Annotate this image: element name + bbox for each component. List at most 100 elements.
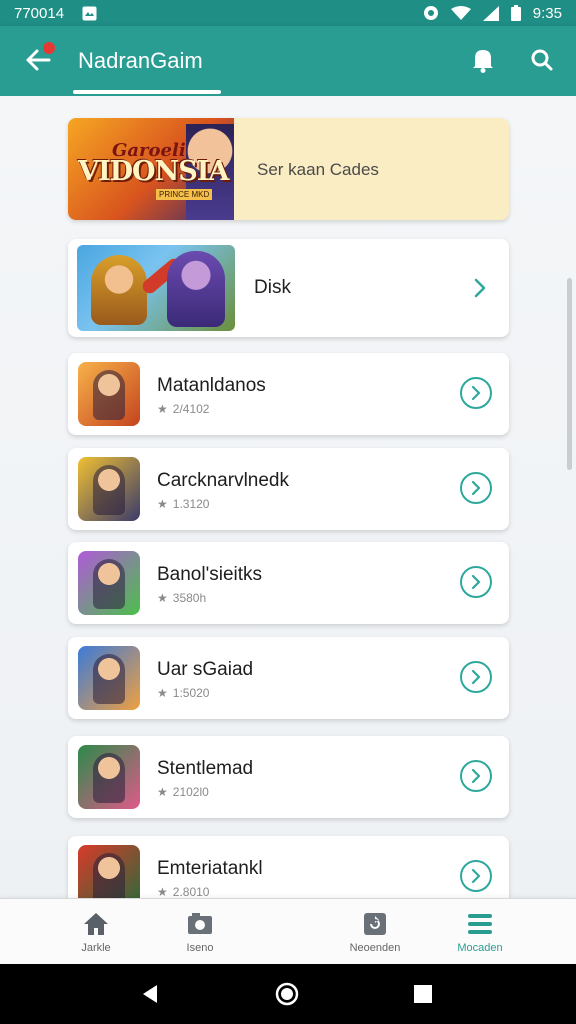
circle-home-icon — [275, 982, 299, 1006]
game-meta-value: 3580h — [172, 591, 207, 605]
open-game-button[interactable] — [460, 661, 492, 693]
bottom-navigation: Jarkle Iseno Neoenden Mocaden — [0, 898, 576, 964]
home-icon — [83, 911, 109, 937]
chevron-right-circle-icon — [471, 385, 481, 401]
game-list-item[interactable]: Emteriatankl ★ 2.8010 — [68, 836, 509, 898]
app-title: NadranGaim — [78, 48, 203, 73]
chevron-right-circle-icon — [471, 669, 481, 685]
banner-image: Garoeli VIDONSIA PRINCE MKD — [68, 118, 234, 220]
notification-dot — [43, 42, 55, 54]
star-icon: ★ — [157, 497, 168, 511]
nav-label-jarkle: Jarkle — [81, 942, 111, 954]
star-icon: ★ — [157, 591, 168, 605]
game-list-item[interactable]: Matanldanos ★ 2/4102 — [68, 353, 509, 435]
game-icon-warrior — [78, 646, 140, 710]
star-icon: ★ — [157, 885, 168, 898]
game-name: Emteriatankl — [157, 858, 263, 879]
title-underline — [73, 90, 221, 94]
open-game-button[interactable] — [460, 566, 492, 598]
promo-banner[interactable]: Garoeli VIDONSIA PRINCE MKD Ser kaan Cad… — [68, 118, 509, 220]
game-icon-mech — [78, 457, 140, 521]
game-meta-value: 1.3120 — [172, 497, 210, 511]
nav-label-iseno: Iseno — [186, 942, 214, 954]
chevron-right-circle-icon — [471, 768, 481, 784]
nav-item-jarkle[interactable]: Jarkle — [56, 899, 136, 965]
game-icon-character — [93, 465, 125, 515]
game-meta: ★ 3580h — [157, 591, 206, 605]
game-list-item[interactable]: Carcknarvlnedk ★ 1.3120 — [68, 448, 509, 530]
square-recents-icon — [414, 985, 432, 1003]
featured-image — [77, 245, 235, 331]
game-meta-value: 2/4102 — [172, 402, 210, 416]
game-icon-girl — [78, 745, 140, 809]
notifications-button[interactable] — [468, 44, 498, 76]
search-button[interactable] — [527, 44, 557, 76]
system-recents-button[interactable] — [409, 980, 437, 1008]
system-navigation-bar — [0, 964, 576, 1024]
status-bar: 770014 9:35 — [0, 0, 576, 26]
game-meta: ★ 1:5020 — [157, 686, 209, 700]
system-home-button[interactable] — [273, 980, 301, 1008]
featured-card[interactable]: Disk — [68, 239, 509, 337]
chevron-right-circle-icon — [471, 868, 481, 884]
chevron-right-circle-icon — [471, 480, 481, 496]
game-name: Matanldanos — [157, 375, 266, 396]
game-icon-character — [93, 559, 125, 609]
game-list-item[interactable]: Banol'sieitks ★ 3580h — [68, 542, 509, 624]
game-meta: ★ 2102l0 — [157, 785, 209, 799]
system-back-button[interactable] — [136, 980, 164, 1008]
sync-icon — [423, 5, 439, 21]
triangle-back-icon — [143, 985, 157, 1003]
game-meta: ★ 2.8010 — [157, 885, 209, 898]
star-icon: ★ — [157, 402, 168, 416]
star-icon: ★ — [157, 785, 168, 799]
game-meta: ★ 1.3120 — [157, 497, 209, 511]
nav-label-mocaden: Mocaden — [457, 942, 503, 954]
game-name: Stentlemad — [157, 758, 254, 779]
banner-text: Ser kaan Cades — [257, 160, 379, 179]
nav-item-mocaden[interactable]: Mocaden — [440, 899, 520, 965]
game-meta-value: 1:5020 — [172, 686, 210, 700]
menu-icon — [467, 911, 493, 937]
game-meta-value: 2.8010 — [172, 885, 210, 898]
game-icon-hero-boy — [78, 362, 140, 426]
image-icon — [82, 6, 97, 21]
status-left-text: 770014 — [14, 4, 65, 22]
app-bar: NadranGaim — [0, 26, 576, 96]
game-name: Carcknarvlnedk — [157, 470, 289, 491]
chevron-right-icon[interactable] — [468, 275, 492, 301]
game-meta: ★ 2/4102 — [157, 402, 209, 416]
featured-label: Disk — [254, 277, 291, 298]
game-list-item[interactable]: Stentlemad ★ 2102l0 — [68, 736, 509, 818]
refresh-icon — [363, 911, 387, 937]
game-icon-character — [93, 853, 125, 898]
game-list-item[interactable]: Uar sGaiad ★ 1:5020 — [68, 637, 509, 719]
gallery-icon — [187, 911, 213, 937]
wifi-icon — [450, 5, 471, 21]
game-icon-knight — [78, 845, 140, 898]
nav-item-neoenden[interactable]: Neoenden — [335, 899, 415, 965]
banner-logo-sub: PRINCE MKD — [156, 189, 213, 200]
scrollbar[interactable] — [567, 278, 572, 470]
nav-item-iseno[interactable]: Iseno — [160, 899, 240, 965]
nav-label-neoenden: Neoenden — [349, 942, 401, 954]
open-game-button[interactable] — [460, 472, 492, 504]
featured-hero-right — [167, 251, 225, 327]
status-time: 9:35 — [532, 4, 562, 22]
star-icon: ★ — [157, 686, 168, 700]
open-game-button[interactable] — [460, 760, 492, 792]
game-name: Banol'sieitks — [157, 564, 263, 585]
featured-hero-left — [91, 255, 147, 325]
game-list-content[interactable]: Garoeli VIDONSIA PRINCE MKD Ser kaan Cad… — [0, 96, 576, 898]
battery-icon — [510, 5, 521, 21]
game-icon-character — [93, 654, 125, 704]
game-meta-value: 2102l0 — [172, 785, 209, 799]
bell-icon — [473, 50, 493, 73]
open-game-button[interactable] — [460, 377, 492, 409]
open-game-button[interactable] — [460, 860, 492, 892]
chevron-right-circle-icon — [471, 574, 481, 590]
game-name: Uar sGaiad — [157, 659, 254, 680]
game-icon-puzzle — [78, 551, 140, 615]
search-icon — [531, 49, 553, 71]
banner-logo: VIDONSIA — [78, 156, 229, 187]
